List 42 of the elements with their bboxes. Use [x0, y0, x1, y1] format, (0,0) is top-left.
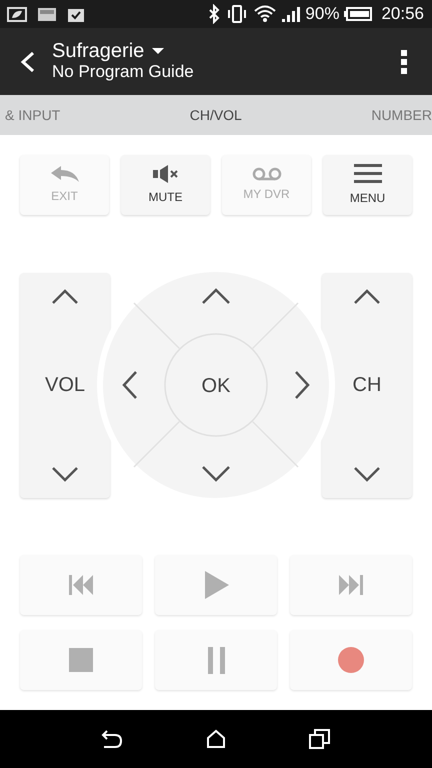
remote-button[interactable]: MUTE	[121, 155, 210, 215]
tab[interactable]: CH/VOL	[190, 104, 242, 126]
notification-icon	[6, 5, 28, 23]
battery-icon	[343, 6, 374, 22]
chevron-down-icon[interactable]	[51, 466, 79, 484]
remote-button[interactable]: MENU	[323, 155, 412, 215]
reply-arrow-icon	[50, 165, 78, 183]
segment-divider	[252, 421, 299, 468]
bluetooth-icon	[207, 4, 222, 24]
segment-divider	[133, 421, 180, 468]
rocker-label: CH	[352, 373, 382, 398]
segment-divider	[252, 302, 299, 349]
chevron-right-icon[interactable]	[295, 371, 310, 399]
home-icon[interactable]	[206, 729, 226, 749]
record-icon	[338, 647, 364, 673]
rocker-label: VOL	[44, 373, 86, 398]
mute-icon	[152, 164, 180, 184]
battery-percentage: 90%	[305, 3, 340, 26]
overflow-menu-icon[interactable]	[400, 48, 408, 74]
chevron-up-icon[interactable]	[51, 286, 79, 304]
chevron-left-icon[interactable]	[122, 371, 137, 399]
chevron-up-icon[interactable]	[202, 288, 230, 304]
header-subtitle: No Program Guide	[52, 62, 195, 83]
ok-button[interactable]: OK	[164, 333, 268, 437]
menu-icon	[354, 163, 382, 185]
stop-icon	[68, 647, 94, 673]
clock-time: 20:56	[381, 3, 424, 26]
chevron-down-icon[interactable]	[353, 466, 381, 484]
dropdown-caret-icon[interactable]	[152, 47, 164, 56]
back-icon[interactable]	[101, 729, 124, 749]
tape-icon	[252, 167, 282, 181]
image-icon	[36, 5, 58, 23]
chevron-down-icon[interactable]	[202, 466, 230, 482]
segment-divider	[133, 302, 180, 349]
header-title: Sufragerie	[52, 40, 144, 62]
recent-apps-icon[interactable]	[308, 729, 331, 749]
play-icon	[202, 571, 230, 599]
previous-icon	[68, 573, 94, 597]
next-icon	[338, 573, 364, 597]
chevron-up-icon[interactable]	[353, 286, 381, 304]
signal-icon	[281, 5, 302, 23]
wifi-icon	[253, 3, 278, 25]
